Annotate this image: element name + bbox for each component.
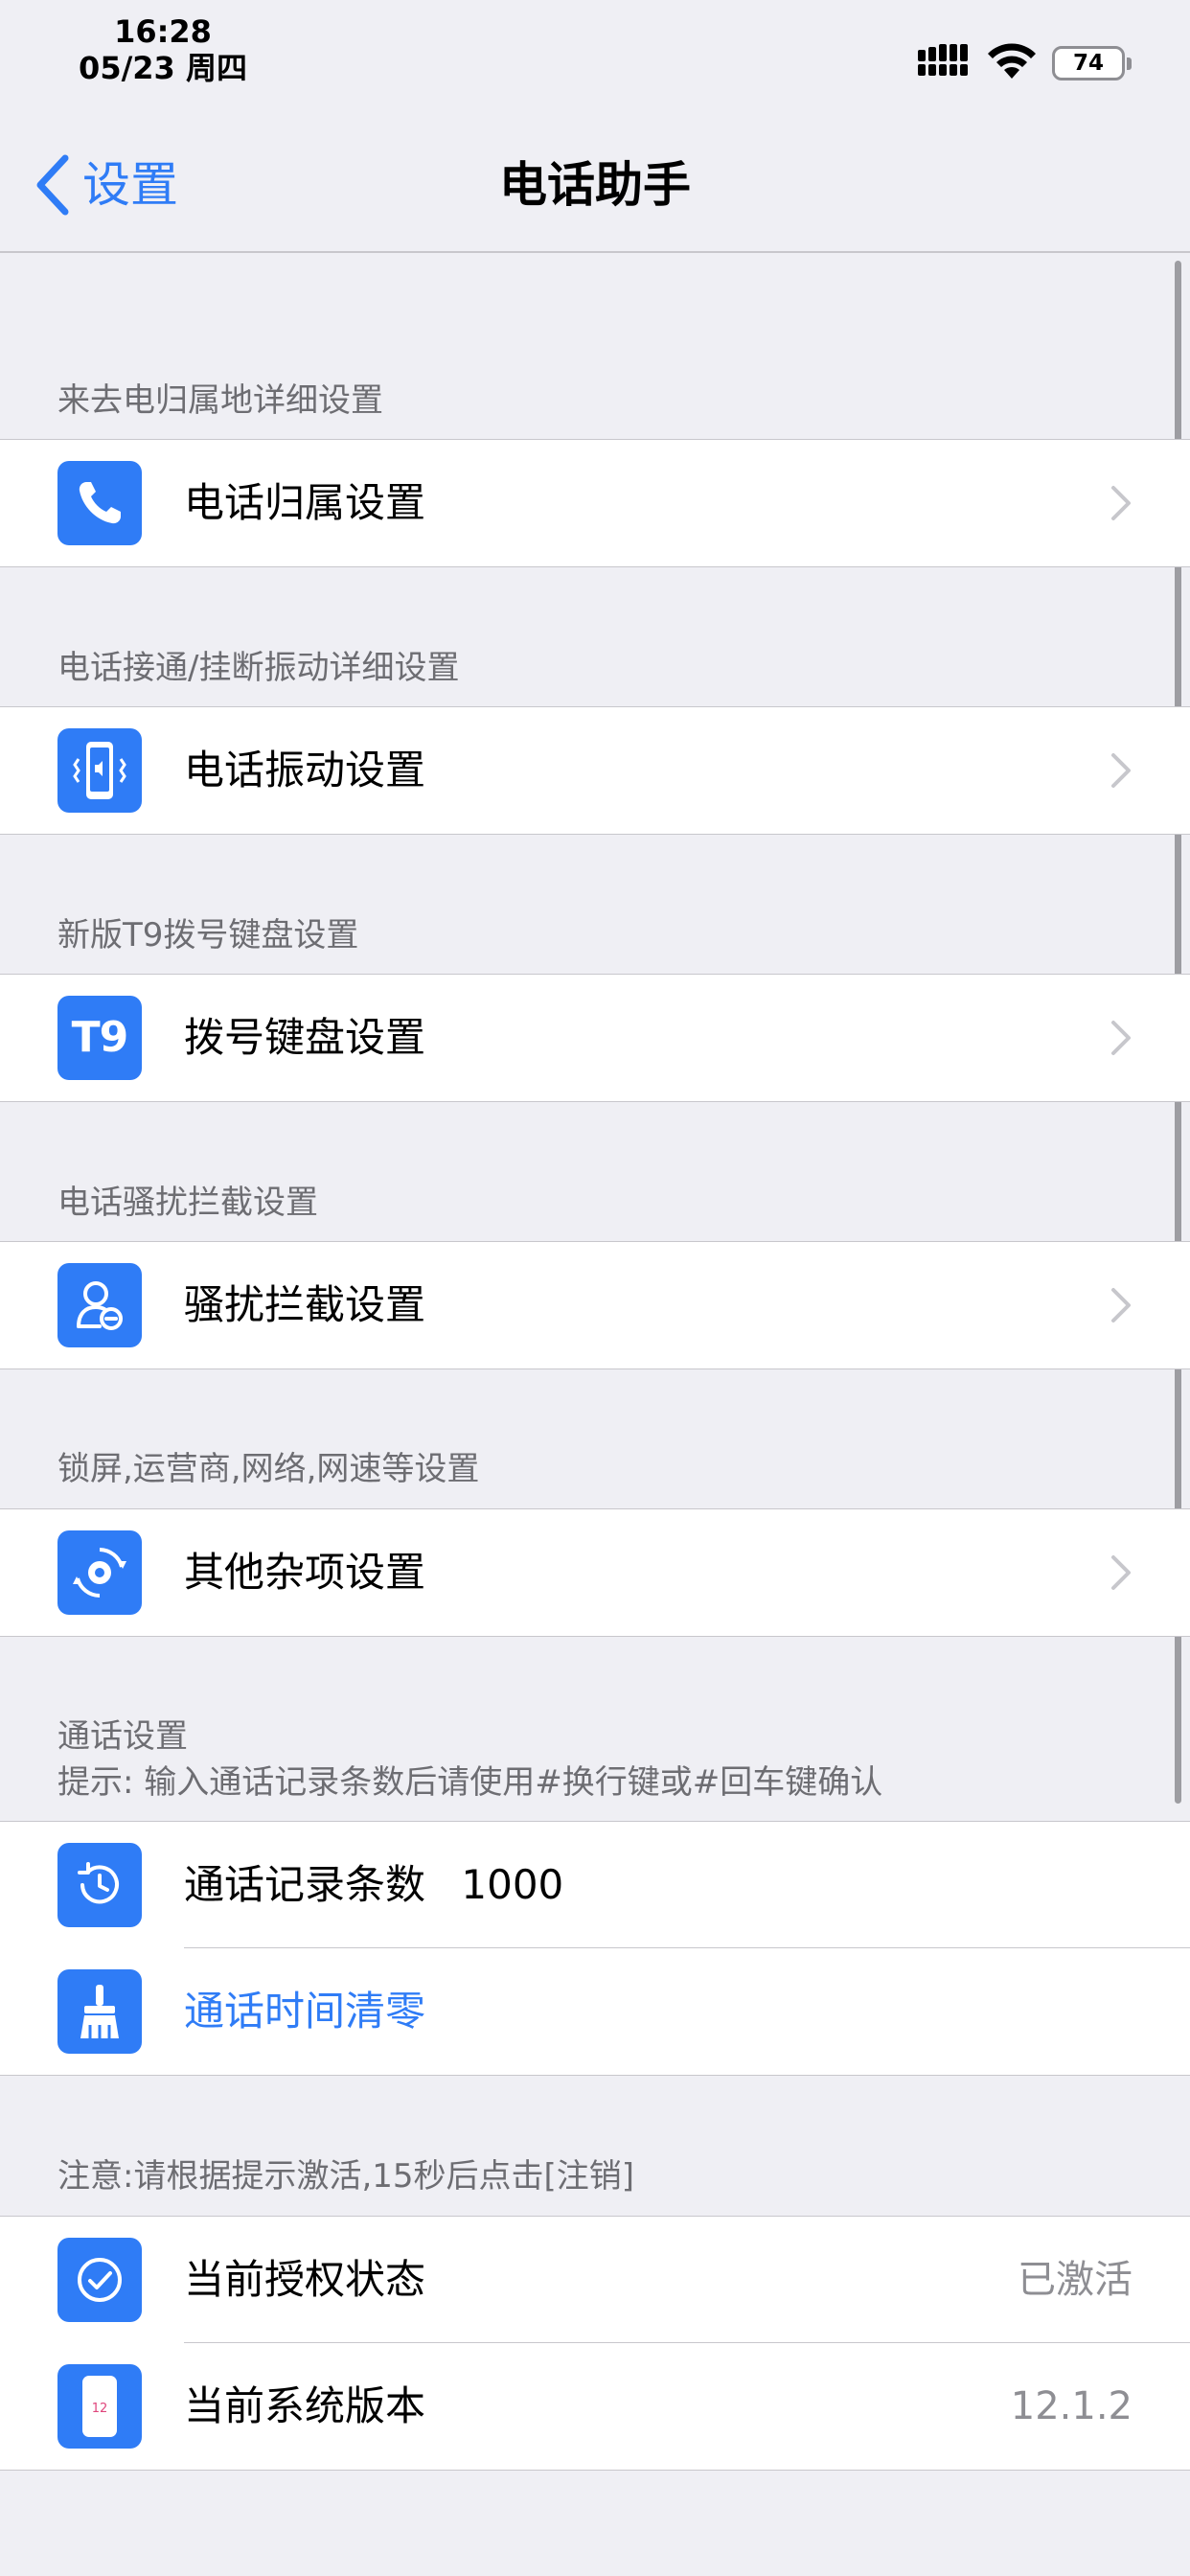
cell-label: 当前系统版本 [184,2382,426,2429]
navigation-bar: 设置 电话助手 [0,115,1190,253]
chevron-right-icon [1111,1288,1131,1322]
battery-tip [1127,58,1132,70]
cell-misc-settings[interactable]: 其他杂项设置 [0,1509,1190,1636]
page-title: 电话助手 [499,157,691,213]
section-header-location: 来去电归属地详细设置 [57,381,383,420]
chevron-right-icon [1111,1021,1131,1055]
section-header-keypad: 新版T9拨号键盘设置 [57,916,359,954]
cell-authorization-status[interactable]: 当前授权状态 已激活 [0,2217,1190,2343]
history-clock-icon [57,1843,142,1927]
broom-icon [57,1969,142,2054]
cellular-signal-icon [918,44,968,76]
cell-label: 电话归属设置 [184,479,426,526]
cell-label: 当前授权状态 [184,2256,426,2303]
call-records-input[interactable]: 1000 [461,1861,563,1908]
gear-sync-icon [57,1530,142,1615]
cell-phone-location-settings[interactable]: 电话归属设置 [0,440,1190,566]
chevron-right-icon [1111,753,1131,788]
group-misc: 其他杂项设置 [0,1508,1190,1637]
battery-level: 74 [1072,51,1104,76]
section-header-call: 通话设置 [57,1717,188,1756]
cell-clear-call-time[interactable]: 通话时间清零 [0,1948,1190,2075]
cell-harassment-block-settings[interactable]: 骚扰拦截设置 [0,1242,1190,1368]
user-block-icon [57,1263,142,1347]
group-location: 电话归属设置 [0,439,1190,567]
cell-label: 拨号键盘设置 [184,1014,426,1061]
wifi-icon [988,43,1036,79]
group-auth: 当前授权状态 已激活 12 当前系统版本 12.1.2 [0,2216,1190,2471]
cell-call-records-count[interactable]: 通话记录条数 1000 [0,1822,1190,1948]
section-header-auth: 注意:请根据提示激活,15秒后点击[注销] [57,2157,635,2196]
status-date: 05/23 周四 [79,50,247,86]
chevron-right-icon [1111,486,1131,520]
cell-label: 其他杂项设置 [184,1549,426,1596]
t9-keypad-icon: T9 [57,996,142,1080]
cell-system-version[interactable]: 12 当前系统版本 12.1.2 [0,2343,1190,2470]
cell-label: 通话记录条数 1000 [184,1822,563,1948]
group-vibration: 电话振动设置 [0,706,1190,835]
phone-vibrate-icon [57,728,142,813]
cell-label: 电话振动设置 [184,747,426,794]
status-time: 16:28 [114,13,212,50]
check-circle-icon [57,2238,142,2322]
phone-icon [57,461,142,545]
call-records-label: 通话记录条数 [184,1861,426,1908]
cell-keypad-settings[interactable]: T9 拨号键盘设置 [0,975,1190,1101]
status-bar: 16:28 05/23 周四 74 [0,0,1190,115]
group-call: 通话记录条数 1000 通话时间清零 [0,1821,1190,2076]
battery-icon: 74 [1052,46,1125,80]
group-block: 骚扰拦截设置 [0,1241,1190,1369]
version-icon-text: 12 [92,2402,108,2416]
section-hint-call: 提示: 输入通话记录条数后请使用#换行键或#回车键确认 [57,1763,883,1802]
t9-icon-text: T9 [71,1013,129,1062]
phone-version-icon: 12 [57,2364,142,2449]
clear-call-time-link: 通话时间清零 [184,1988,426,2035]
section-header-misc: 锁屏,运营商,网络,网速等设置 [57,1450,480,1488]
section-header-block: 电话骚扰拦截设置 [57,1184,318,1222]
chevron-right-icon [1111,1555,1131,1590]
cell-label: 骚扰拦截设置 [184,1281,426,1328]
section-header-vibration: 电话接通/挂断振动详细设置 [57,649,460,687]
system-version-value: 12.1.2 [1010,2384,1133,2428]
authorization-status-value: 已激活 [1018,2258,1133,2302]
cell-phone-vibration-settings[interactable]: 电话振动设置 [0,707,1190,834]
group-keypad: T9 拨号键盘设置 [0,974,1190,1102]
